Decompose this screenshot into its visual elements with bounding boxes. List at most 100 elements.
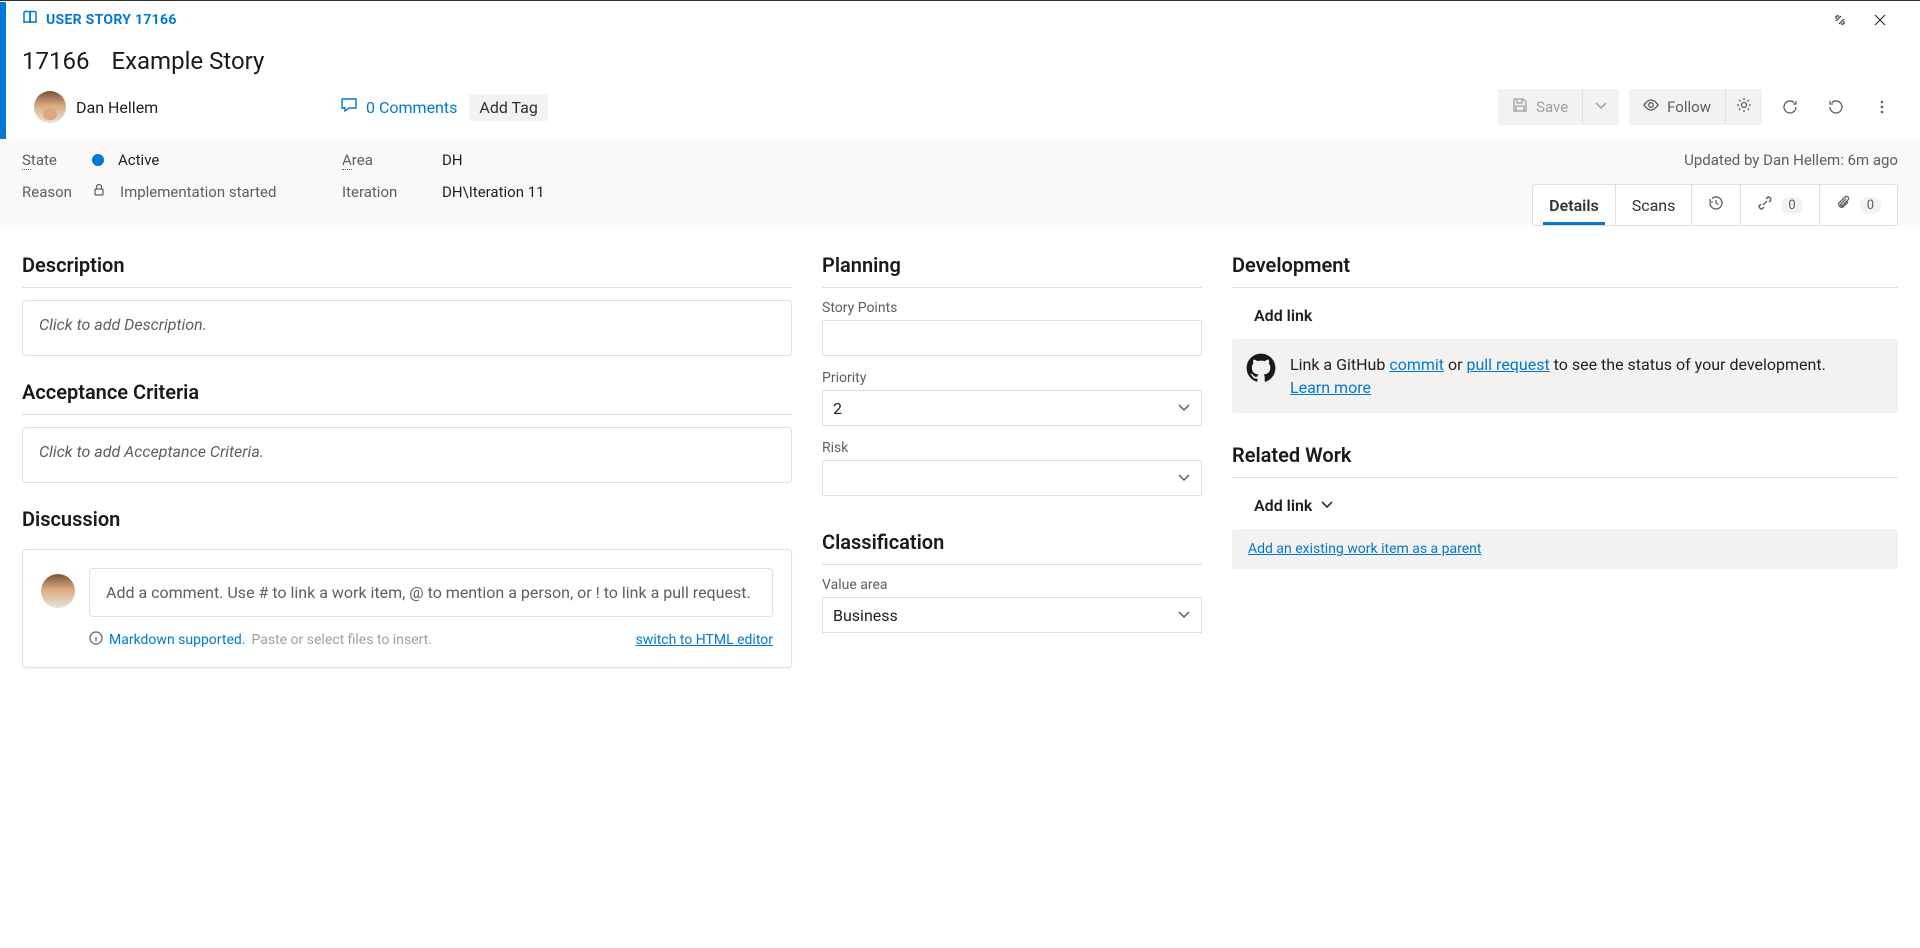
story-points-label: Story Points xyxy=(822,300,1202,316)
undo-button[interactable] xyxy=(1818,89,1854,125)
tab-links[interactable]: 0 xyxy=(1741,185,1819,225)
right-actions: Save Follow xyxy=(1498,89,1900,125)
tab-attachments[interactable]: 0 xyxy=(1820,185,1897,225)
follow-label: Follow xyxy=(1667,98,1711,116)
save-button-group: Save xyxy=(1498,89,1619,125)
related-work-hint-card: Add an existing work item as a parent xyxy=(1232,529,1898,569)
description-editor[interactable]: Click to add Description. xyxy=(22,300,792,356)
left-column: Description Click to add Description. Ac… xyxy=(22,253,792,692)
info-icon xyxy=(89,631,103,649)
save-label: Save xyxy=(1536,98,1568,116)
reason-value: Implementation started xyxy=(120,183,276,201)
dev-add-link-button[interactable]: Add link xyxy=(1232,300,1898,339)
area-label: Area xyxy=(342,151,442,169)
risk-label: Risk xyxy=(822,440,1202,456)
tab-scans[interactable]: Scans xyxy=(1616,185,1693,225)
history-icon xyxy=(1708,195,1724,215)
avatar xyxy=(34,91,66,123)
right-column: Development Add link Link a GitHub commi… xyxy=(1232,253,1898,692)
more-actions-button[interactable] xyxy=(1864,89,1900,125)
risk-field[interactable] xyxy=(822,460,1202,496)
github-icon xyxy=(1246,353,1276,383)
state-dot-icon xyxy=(92,154,104,166)
acceptance-editor[interactable]: Click to add Acceptance Criteria. xyxy=(22,427,792,483)
comments-count: 0 Comments xyxy=(366,98,457,117)
add-link-label: Add link xyxy=(1254,306,1312,325)
story-points-field[interactable] xyxy=(822,320,1202,356)
chevron-down-icon xyxy=(1593,97,1609,117)
updated-by-text: Updated by Dan Hellem: 6m ago xyxy=(1684,151,1898,169)
close-button[interactable] xyxy=(1860,1,1900,39)
state-row: State Active Area DH Reason Implementati… xyxy=(0,139,1920,225)
restore-window-button[interactable] xyxy=(1820,1,1860,39)
work-item-title[interactable]: Example Story xyxy=(111,47,264,75)
links-count-badge: 0 xyxy=(1781,197,1802,214)
state-value: Active xyxy=(118,151,159,169)
follow-button-group: Follow xyxy=(1629,89,1762,125)
work-item-type-text: USER STORY 17166 xyxy=(46,12,177,28)
tab-scans-label: Scans xyxy=(1632,196,1676,215)
planning-title: Planning xyxy=(822,253,1202,277)
related-work-title: Related Work xyxy=(1232,443,1898,467)
quick-actions: 0 Comments Add Tag xyxy=(340,94,548,121)
assignee-picker[interactable]: Dan Hellem xyxy=(34,91,158,123)
switch-editor-link[interactable]: switch to HTML editor xyxy=(636,632,773,648)
refresh-button[interactable] xyxy=(1772,89,1808,125)
value-area-value: Business xyxy=(833,606,898,625)
paste-hint: Paste or select files to insert. xyxy=(251,632,431,648)
state-field[interactable]: Active xyxy=(92,151,342,169)
save-dropdown-button[interactable] xyxy=(1583,89,1619,125)
related-add-link-button[interactable]: Add link xyxy=(1232,490,1898,529)
priority-label: Priority xyxy=(822,370,1202,386)
save-button[interactable]: Save xyxy=(1498,89,1582,125)
tab-details[interactable]: Details xyxy=(1533,185,1616,225)
add-tag-button[interactable]: Add Tag xyxy=(469,94,548,121)
pull-request-link[interactable]: pull request xyxy=(1466,355,1549,374)
add-parent-link[interactable]: Add an existing work item as a parent xyxy=(1248,541,1481,557)
commit-link[interactable]: commit xyxy=(1389,355,1444,374)
attachments-count-badge: 0 xyxy=(1860,197,1881,214)
state-label: State xyxy=(22,151,92,169)
comments-link[interactable]: 0 Comments xyxy=(340,96,457,118)
priority-value: 2 xyxy=(833,399,842,418)
middle-column: Planning Story Points Priority 2 Risk xyxy=(822,253,1202,692)
reason-field[interactable]: Implementation started xyxy=(92,183,342,201)
work-item-id: 17166 xyxy=(22,47,89,75)
chevron-down-icon xyxy=(1320,496,1334,515)
learn-more-link[interactable]: Learn more xyxy=(1290,378,1371,397)
main-content: Description Click to add Description. Ac… xyxy=(0,225,1920,714)
tab-details-label: Details xyxy=(1549,196,1599,215)
follow-button[interactable]: Follow xyxy=(1629,89,1725,125)
discussion-card: Add a comment. Use # to link a work item… xyxy=(22,549,792,668)
tabs-strip: Details Scans 0 xyxy=(1532,184,1898,226)
chevron-down-icon xyxy=(1177,469,1191,488)
priority-field[interactable]: 2 xyxy=(822,390,1202,426)
user-avatar xyxy=(41,574,75,608)
development-hint-text: Link a GitHub commit or pull request to … xyxy=(1290,353,1826,399)
iteration-value[interactable]: DH\Iteration 11 xyxy=(442,183,742,201)
attachment-icon xyxy=(1836,195,1852,215)
eye-icon xyxy=(1643,97,1659,117)
tab-history[interactable] xyxy=(1692,185,1741,225)
lock-icon xyxy=(92,183,106,201)
gear-icon xyxy=(1736,97,1752,117)
header-title-row: 17166 Example Story xyxy=(0,39,1920,89)
title-bar: USER STORY 17166 xyxy=(0,1,1920,39)
comment-input[interactable]: Add a comment. Use # to link a work item… xyxy=(89,568,773,617)
development-title: Development xyxy=(1232,253,1898,277)
acceptance-title: Acceptance Criteria xyxy=(22,380,792,404)
value-area-label: Value area xyxy=(822,577,1202,593)
reason-label: Reason xyxy=(22,183,92,201)
markdown-link[interactable]: Markdown supported. xyxy=(109,632,245,648)
settings-button[interactable] xyxy=(1726,89,1762,125)
discussion-title: Discussion xyxy=(22,507,792,531)
comment-icon xyxy=(340,96,358,118)
description-title: Description xyxy=(22,253,792,277)
value-area-field[interactable]: Business xyxy=(822,597,1202,633)
related-add-link-label: Add link xyxy=(1254,496,1312,515)
chevron-down-icon xyxy=(1177,399,1191,418)
iteration-label: Iteration xyxy=(342,183,442,201)
area-value[interactable]: DH xyxy=(442,151,742,169)
development-hint-card: Link a GitHub commit or pull request to … xyxy=(1232,339,1898,413)
classification-title: Classification xyxy=(822,530,1202,554)
